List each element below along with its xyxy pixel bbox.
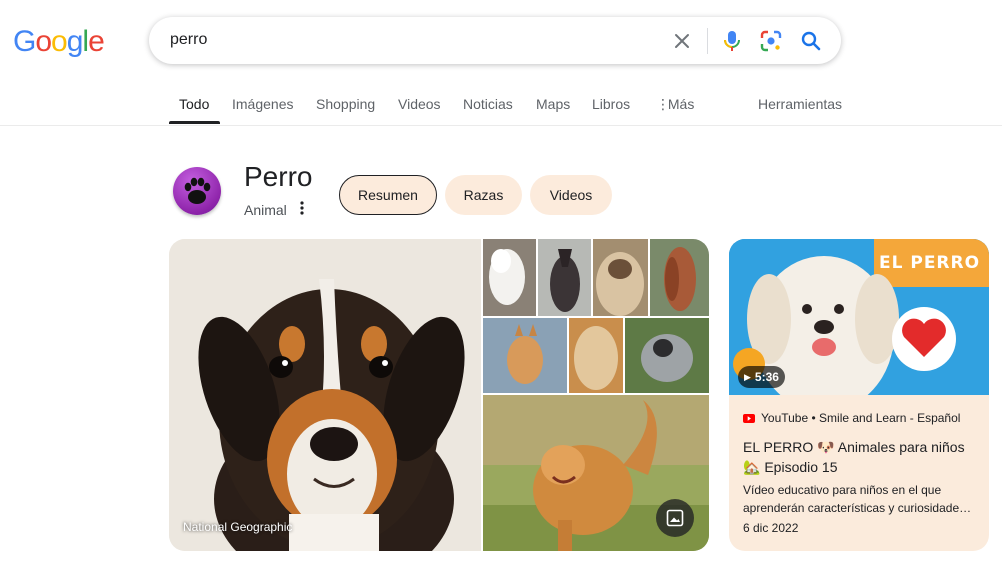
entity-title: Perro [244,161,313,192]
tab-todo[interactable]: Todo [179,96,209,112]
tab-mas[interactable]: ⋮ Más [656,96,694,113]
entity-subtitle: Animal [244,202,287,218]
chip-videos[interactable]: Videos [530,175,612,215]
logo-letter: e [88,25,105,58]
tools-button[interactable]: Herramientas [758,96,842,112]
tab-maps[interactable]: Maps [536,96,570,112]
tab-libros[interactable]: Libros [592,96,630,112]
video-title-part: Animales para niños [837,439,965,455]
video-title-part: Episodio 15 [764,459,838,475]
thumbnail-text: EL PERRO [879,253,981,273]
video-date: 6 dic 2022 [743,521,799,535]
google-logo[interactable]: Google [13,25,105,59]
video-description: Vídeo educativo para niños en el que apr… [743,483,972,515]
video-duration: 5:36 [754,370,779,384]
breed-image[interactable] [538,239,591,316]
tab-mas-label: Más [667,96,695,112]
breed-image[interactable] [483,239,536,316]
video-source-text: YouTube • Smile and Learn - Español [761,411,961,425]
tab-noticias[interactable]: Noticias [463,96,513,112]
video-thumbnail[interactable]: EL PERRO ▶ 5:36 [729,239,989,395]
chip-resumen[interactable]: Resumen [339,175,437,215]
tab-videos[interactable]: Videos [398,96,441,112]
paw-icon [173,167,221,215]
logo-letter: g [66,25,84,58]
video-card[interactable]: EL PERRO ▶ 5:36 YouTube • Smile and Lear… [729,239,989,551]
search-box[interactable]: perro [149,17,841,64]
main-dog-image[interactable]: National Geographic [169,239,481,551]
chip-razas[interactable]: Razas [445,175,522,215]
logo-letter: G [13,25,36,58]
entity-more-icon[interactable] [295,199,309,217]
logo-letter: o [35,25,52,58]
breed-image[interactable] [483,318,567,393]
more-vert-icon: ⋮ [656,96,670,112]
video-duration-badge: ▶ 5:36 [738,366,785,388]
breed-image[interactable] [650,239,709,316]
breed-image[interactable] [569,318,623,393]
image-gallery[interactable]: National Geographic [169,239,709,551]
microphone-icon[interactable] [719,28,745,54]
search-tabs: Todo Imágenes Shopping Videos Noticias M… [0,86,1002,126]
active-tab-indicator [169,121,220,124]
image-gallery-icon[interactable] [656,499,694,537]
play-icon: ▶ [744,371,751,382]
tab-imagenes[interactable]: Imágenes [232,96,293,112]
video-title-part: EL PERRO [743,439,814,455]
house-emoji: 🏡 [743,459,761,475]
clear-icon[interactable] [669,28,695,54]
tab-shopping[interactable]: Shopping [316,96,375,112]
breed-image[interactable] [625,318,709,393]
image-caption: National Geographic [183,520,293,534]
logo-letter: o [51,25,68,58]
search-input[interactable]: perro [170,31,207,49]
youtube-icon [743,413,755,423]
search-divider [707,28,708,54]
breed-image[interactable] [593,239,648,316]
search-icon[interactable] [798,28,824,54]
lens-icon[interactable] [758,28,784,54]
video-title[interactable]: EL PERRO 🐶 Animales para niños 🏡 Episodi… [743,437,979,477]
dog-emoji: 🐶 [817,439,835,455]
video-source: YouTube • Smile and Learn - Español [743,411,960,425]
